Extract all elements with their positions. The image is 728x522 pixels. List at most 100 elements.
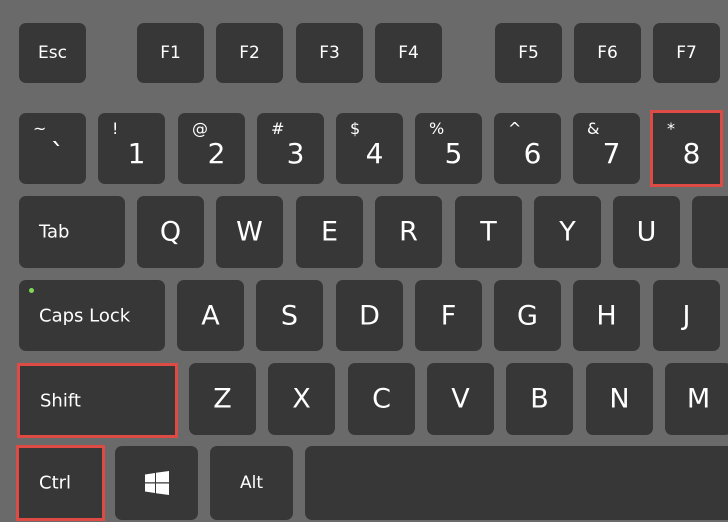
key-z[interactable]: Z <box>189 363 256 435</box>
key-label: Tab <box>39 221 70 243</box>
key-r[interactable]: R <box>375 196 442 268</box>
key-f[interactable]: F <box>415 280 482 351</box>
key-s[interactable]: S <box>256 280 323 351</box>
shift-symbol: # <box>271 119 285 138</box>
key-c[interactable]: C <box>348 363 415 435</box>
key-f3[interactable]: F3 <box>296 23 363 83</box>
key-label: C <box>372 383 391 415</box>
key-label: Z <box>213 383 232 415</box>
key-label: V <box>451 383 470 415</box>
key-4[interactable]: $4 <box>336 113 403 184</box>
key-label: 1 <box>127 137 146 170</box>
shift-symbol: ~ <box>33 119 47 138</box>
key-y[interactable]: Y <box>534 196 601 268</box>
key-q[interactable]: Q <box>137 196 204 268</box>
key-f5[interactable]: F5 <box>495 23 562 83</box>
shift-symbol: * <box>667 119 675 138</box>
key-windows[interactable] <box>115 446 198 520</box>
key-5[interactable]: % 5 <box>415 113 482 184</box>
key-3[interactable]: #3 <box>257 113 324 184</box>
key-j[interactable]: J <box>653 280 720 351</box>
key-label: 8 <box>682 137 701 170</box>
key-h[interactable]: H <box>573 280 640 351</box>
shift-symbol: ! <box>112 119 119 138</box>
key-label: Alt <box>239 473 264 493</box>
key-label: 3 <box>286 137 305 170</box>
key-label: H <box>596 300 617 331</box>
key-alt[interactable]: Alt <box>210 446 293 520</box>
key-6[interactable]: ^ 6 <box>494 113 561 184</box>
key-ctrl[interactable]: Ctrl <box>16 445 105 521</box>
key-d[interactable]: D <box>336 280 403 351</box>
key-backtick[interactable]: ~ ` <box>19 113 86 184</box>
key-u[interactable]: U <box>613 196 680 268</box>
key-label: 2 <box>207 137 226 170</box>
key-label: N <box>609 383 630 415</box>
key-f2[interactable]: F2 <box>216 23 283 83</box>
key-t[interactable]: T <box>455 196 522 268</box>
key-label: 7 <box>602 137 621 170</box>
key-x[interactable]: X <box>268 363 335 435</box>
key-label: F7 <box>676 43 697 63</box>
key-label: R <box>399 216 418 248</box>
key-1[interactable]: ! 1 <box>98 113 165 184</box>
key-label: Q <box>159 216 182 248</box>
key-label: M <box>686 383 711 415</box>
key-label: F1 <box>160 43 181 63</box>
key-label: E <box>320 216 339 248</box>
key-label: Y <box>559 216 576 248</box>
key-e[interactable]: E <box>296 196 363 268</box>
key-label: U <box>636 216 657 248</box>
shift-symbol: ^ <box>508 119 522 138</box>
key-label: F <box>440 300 457 331</box>
key-label: B <box>530 383 549 415</box>
key-label: G <box>517 300 538 331</box>
key-i-partial[interactable] <box>692 196 728 268</box>
key-f1[interactable]: F1 <box>137 23 204 83</box>
key-label: Esc <box>38 43 67 63</box>
key-n[interactable]: N <box>586 363 653 435</box>
key-label: 5 <box>444 137 463 170</box>
shift-symbol: & <box>587 119 600 138</box>
key-v[interactable]: V <box>427 363 494 435</box>
key-label: X <box>292 383 311 415</box>
key-esc[interactable]: Esc <box>19 23 86 83</box>
key-tab[interactable]: Tab <box>19 196 125 268</box>
key-label: F3 <box>319 43 340 63</box>
key-2[interactable]: @2 <box>178 113 245 184</box>
shift-symbol: % <box>429 119 445 138</box>
key-label: Caps Lock <box>39 305 131 326</box>
key-label: J <box>682 300 691 331</box>
shift-symbol: @ <box>192 119 208 138</box>
key-label: W <box>236 216 263 248</box>
key-f4[interactable]: F4 <box>375 23 442 83</box>
shift-symbol: $ <box>350 119 361 138</box>
key-label: F6 <box>597 43 618 63</box>
key-m[interactable]: M <box>665 363 728 435</box>
key-f7[interactable]: F7 <box>653 23 720 83</box>
key-label: 6 <box>523 137 542 170</box>
key-b[interactable]: B <box>506 363 573 435</box>
key-label: Ctrl <box>39 472 72 494</box>
key-label: F5 <box>518 43 539 63</box>
key-space[interactable] <box>305 446 728 520</box>
key-label: F4 <box>398 43 419 63</box>
key-f6[interactable]: F6 <box>574 23 641 83</box>
key-label: A <box>201 300 220 331</box>
key-caps-lock[interactable]: Caps Lock <box>19 280 165 351</box>
key-a[interactable]: A <box>177 280 244 351</box>
key-g[interactable]: G <box>494 280 561 351</box>
caps-lock-indicator-light <box>29 288 34 293</box>
key-8[interactable]: * 8 <box>650 110 723 187</box>
key-label: F2 <box>239 43 260 63</box>
key-shift[interactable]: Shift <box>17 363 178 438</box>
key-label: S <box>280 300 299 331</box>
key-label: ` <box>50 137 65 170</box>
key-label: 4 <box>365 137 384 170</box>
key-label: Shift <box>40 390 81 411</box>
key-w[interactable]: W <box>216 196 283 268</box>
key-label: D <box>359 300 380 331</box>
key-label: T <box>480 216 497 248</box>
windows-logo-icon <box>144 471 169 495</box>
key-7[interactable]: & 7 <box>573 113 640 184</box>
